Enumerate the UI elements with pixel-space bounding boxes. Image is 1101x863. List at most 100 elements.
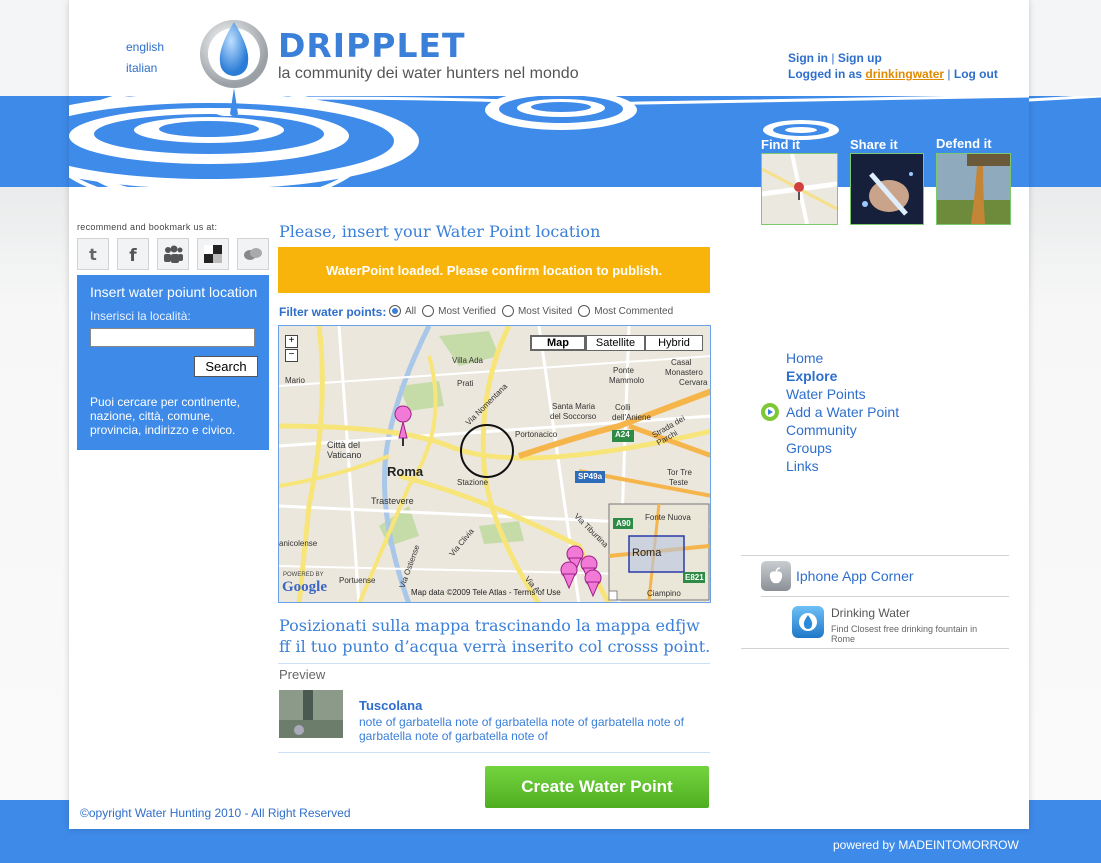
map-label-trastevere: Trastevere: [371, 496, 414, 506]
drinking-water-app-icon[interactable]: [792, 606, 824, 638]
create-water-point-button[interactable]: Create Water Point: [485, 766, 709, 808]
filter-radio-all[interactable]: [389, 305, 401, 317]
map-label-teste: Teste: [669, 478, 689, 487]
nav-item-home[interactable]: Home: [786, 349, 823, 367]
divider: [278, 752, 710, 753]
nav-item-links[interactable]: Links: [786, 457, 819, 475]
zoom-in-button[interactable]: +: [285, 335, 298, 348]
map-label-monastero: Monastero: [665, 368, 703, 377]
location-field-label: Inserisci la località:: [90, 309, 191, 323]
map-label-roma: Roma: [387, 464, 424, 479]
map-label-ponte: Ponte: [613, 366, 634, 375]
map-type-hybrid-button[interactable]: Hybrid: [645, 335, 703, 351]
map-label-fonte-nuova: Fonte Nuova: [645, 513, 691, 522]
map-label-citta-del: Città del: [327, 440, 361, 450]
filter-options: All Most Verified Most Visited Most Comm…: [389, 305, 673, 317]
filter-radio-most-visited[interactable]: [501, 305, 514, 317]
divider: [741, 555, 1009, 556]
location-help-text: Puoi cercare per continente, nazione, ci…: [90, 395, 241, 437]
map-badge-e821: E821: [685, 573, 704, 582]
status-notice: WaterPoint loaded. Please confirm locati…: [278, 247, 710, 293]
lang-english-link[interactable]: english: [126, 40, 164, 54]
svg-text:t: t: [89, 245, 97, 263]
nav-item-explore[interactable]: Explore: [786, 367, 837, 385]
ripple-line-extension: [1028, 94, 1101, 116]
lang-italian-link[interactable]: italian: [126, 61, 157, 75]
feature-defend-label: Defend it: [936, 136, 992, 151]
map-label-aniene: dell'Aniene: [612, 413, 651, 422]
filter-label: Filter water points:: [279, 305, 387, 319]
auth-top-row: Sign in | Sign up: [788, 51, 882, 65]
feature-defend-thumbnail[interactable]: [936, 153, 1011, 225]
map-label-stazione: Stazione: [457, 478, 489, 487]
iphone-corner-heading[interactable]: Iphone App Corner: [796, 568, 914, 584]
logged-in-label: Logged in as: [788, 67, 863, 81]
feature-share-thumbnail[interactable]: [850, 153, 924, 225]
google-logo: Google: [282, 579, 327, 595]
logout-link[interactable]: Log out: [954, 67, 998, 81]
logo-drop-icon: [200, 18, 270, 118]
map-roads: [279, 326, 710, 602]
facebook-icon[interactable]: f: [117, 238, 149, 270]
map-badge-a24: A24: [615, 430, 630, 439]
app-description: Find Closest free drinking fountain in R…: [831, 624, 978, 644]
map-type-satellite-button[interactable]: Satellite: [586, 335, 645, 351]
sign-in-link[interactable]: Sign in: [788, 51, 828, 65]
preview-title[interactable]: Tuscolana: [359, 698, 422, 713]
apple-icon: [761, 561, 791, 591]
auth-separator: |: [831, 51, 835, 65]
map-instruction: Posizionati sulla mappa trascinando la m…: [279, 616, 711, 656]
map-label-santa-maria: Santa Maria: [552, 402, 596, 411]
divider: [741, 648, 1009, 649]
filter-label-most-commented: Most Commented: [594, 305, 674, 317]
page-title: Please, insert your Water Point location: [279, 222, 601, 241]
filter-label-all: All: [405, 305, 417, 317]
divider: [761, 596, 1009, 597]
preview-thumbnail: [279, 690, 343, 738]
myspace-icon[interactable]: [157, 238, 189, 270]
map-canvas[interactable]: Villa Ada Prati Mario Roma Città del Vat…: [278, 325, 711, 603]
map-label-villa-ada: Villa Ada: [452, 356, 483, 365]
svg-text:f: f: [129, 246, 137, 263]
location-input[interactable]: [90, 328, 255, 347]
digg-icon[interactable]: [237, 238, 269, 270]
delicious-icon[interactable]: [197, 238, 229, 270]
map-label-roma-inset: Roma: [632, 547, 662, 559]
feature-find-thumbnail[interactable]: [761, 153, 838, 225]
map-label-prati: Prati: [457, 379, 474, 388]
zoom-out-button[interactable]: −: [285, 349, 298, 362]
map-badge-a90: A90: [616, 519, 631, 528]
logo-subtitle: la community dei water hunters nel mondo: [278, 65, 579, 82]
map-label-ciampino: Ciampino: [647, 589, 681, 598]
map-type-map-button[interactable]: Map: [530, 335, 586, 351]
location-search-button[interactable]: Search: [194, 356, 258, 377]
map-label-anicolense: anicolense: [279, 539, 318, 548]
nav-item-groups[interactable]: Groups: [786, 439, 832, 457]
app-title[interactable]: Drinking Water: [831, 606, 910, 620]
feature-share-label: Share it: [850, 137, 898, 152]
filter-label-most-verified: Most Verified: [438, 305, 496, 317]
nav-item-water-points[interactable]: Water Points: [786, 385, 866, 403]
map-label-mammolo: Mammolo: [609, 376, 645, 385]
location-box-title: Insert water poiunt location: [90, 284, 258, 300]
footer-powered-by[interactable]: powered by MADEINTOMORROW: [833, 838, 1019, 852]
map-label-cervara: Cervara: [679, 378, 708, 387]
auth-separator: |: [947, 67, 951, 81]
map-label-casal: Casal: [671, 358, 692, 367]
sign-up-link[interactable]: Sign up: [838, 51, 882, 65]
logo-title: DRIPPLET: [278, 26, 466, 65]
preview-text: note of garbatella note of garbatella no…: [359, 715, 684, 743]
username-link[interactable]: drinkingwater: [865, 67, 944, 81]
active-arrow-icon: [761, 403, 779, 421]
filter-radio-most-verified[interactable]: [422, 305, 435, 317]
nav-item-add-water-point[interactable]: Add a Water Point: [786, 403, 899, 421]
bookmark-heading: recommend and bookmark us at:: [77, 222, 218, 232]
map-label-tor-tre: Tor Tre: [667, 468, 692, 477]
filter-radio-most-commented[interactable]: [578, 305, 591, 317]
twitter-icon[interactable]: t: [77, 238, 109, 270]
map-powered-by: POWERED BY: [283, 572, 324, 578]
nav-item-community[interactable]: Community: [786, 421, 857, 439]
map-badge-sp49a: SP49a: [578, 472, 603, 481]
map-label-colli: Colli: [615, 403, 631, 412]
preview-label: Preview: [279, 667, 326, 682]
